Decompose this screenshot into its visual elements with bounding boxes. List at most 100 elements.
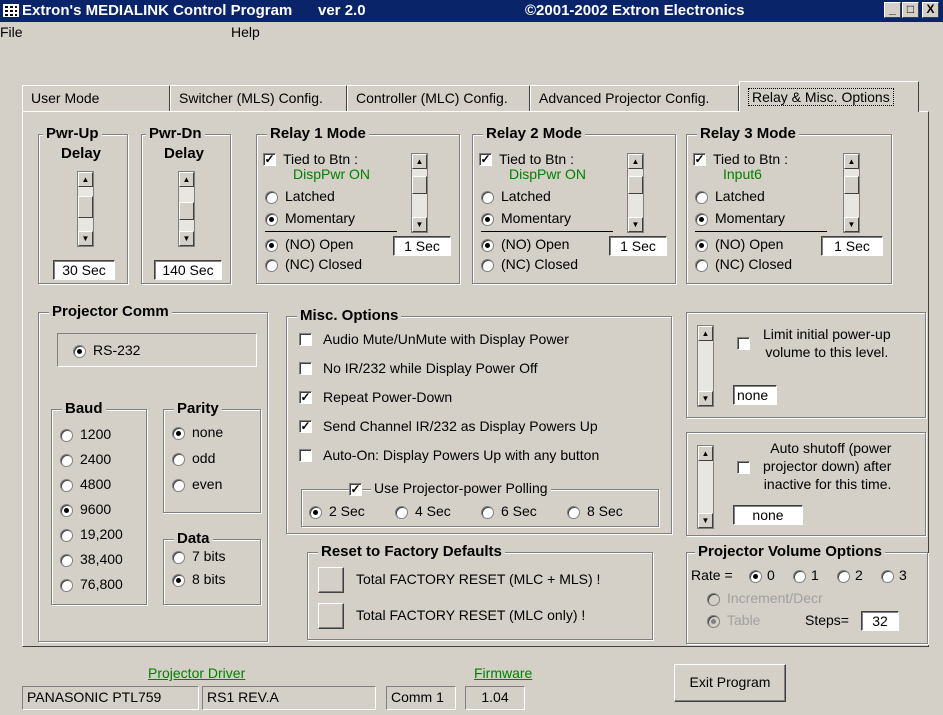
scroll-down-icon[interactable]: ▼ — [698, 391, 713, 406]
rate-3-radio[interactable] — [881, 570, 894, 583]
scroll-thumb[interactable] — [844, 176, 859, 194]
relay-1-momentary-label: Momentary — [285, 210, 356, 226]
relay-3-latched-radio[interactable] — [695, 191, 708, 204]
baud-0-radio[interactable] — [60, 429, 73, 442]
scroll-down-icon[interactable]: ▼ — [844, 217, 859, 232]
pwr-up-title: Pwr-Up — [43, 125, 102, 142]
scroll-thumb[interactable] — [412, 176, 427, 194]
scroll-down-icon[interactable]: ▼ — [628, 217, 643, 232]
window-copyright: ©2001-2002 Extron Electronics — [525, 2, 745, 19]
firmware-label: Firmware — [474, 665, 533, 681]
rate-2-radio[interactable] — [837, 570, 850, 583]
scroll-up-icon[interactable]: ▲ — [698, 446, 713, 461]
tab-user-mode[interactable]: User Mode — [22, 85, 170, 112]
polling-1-radio[interactable] — [395, 506, 408, 519]
baud-5-radio[interactable] — [60, 554, 73, 567]
rate-1-radio[interactable] — [793, 570, 806, 583]
rate-0-radio[interactable] — [749, 570, 762, 583]
scroll-up-icon[interactable]: ▲ — [78, 172, 93, 187]
pwr-up-scrollbar[interactable]: ▲ ▼ — [77, 171, 94, 247]
tab-advanced-projector[interactable]: Advanced Projector Config. — [530, 85, 739, 112]
factory-reset-all-button[interactable] — [318, 567, 344, 593]
maximize-button[interactable]: □ — [902, 2, 919, 18]
auto-shutoff-checkbox[interactable] — [737, 461, 750, 474]
data-bits-title: Data — [174, 530, 213, 547]
misc-option-0-checkbox[interactable] — [299, 333, 312, 346]
baud-3-radio[interactable] — [60, 504, 73, 517]
tab-relay-misc[interactable]: Relay & Misc. Options — [739, 81, 919, 112]
parity-even-radio[interactable] — [172, 479, 185, 492]
projector-driver-label: Projector Driver — [148, 665, 246, 681]
relay-1-nc-closed-radio[interactable] — [265, 259, 278, 272]
scroll-down-icon[interactable]: ▼ — [412, 217, 427, 232]
exit-program-button[interactable]: Exit Program — [674, 664, 786, 702]
volume-limit-scrollbar[interactable]: ▲ ▼ — [697, 325, 714, 407]
relay-1-duration-scrollbar[interactable]: ▲ ▼ — [411, 153, 428, 233]
polling-3-radio[interactable] — [567, 506, 580, 519]
baud-6-radio[interactable] — [60, 579, 73, 592]
polling-checkbox[interactable]: ✓ — [349, 483, 362, 496]
scroll-thumb[interactable] — [78, 196, 93, 218]
misc-option-1-checkbox[interactable] — [299, 362, 312, 375]
scroll-thumb[interactable] — [628, 176, 643, 194]
relay-3-tied-button: Input6 — [723, 166, 762, 182]
parity-option-label: odd — [192, 450, 216, 466]
relay-1-latched-radio[interactable] — [265, 191, 278, 204]
scroll-thumb[interactable] — [179, 202, 194, 220]
scroll-up-icon[interactable]: ▲ — [628, 154, 643, 169]
data-bits-0-radio[interactable] — [172, 551, 185, 564]
relay-2-latched-radio[interactable] — [481, 191, 494, 204]
misc-option-4-checkbox[interactable] — [299, 449, 312, 462]
scroll-down-icon[interactable]: ▼ — [698, 513, 713, 528]
menu-bar: File Help — [0, 22, 943, 42]
scroll-up-icon[interactable]: ▲ — [179, 172, 194, 187]
relay-1-tied-checkbox[interactable]: ✓ — [263, 153, 276, 166]
relay-2-duration-scrollbar[interactable]: ▲ ▼ — [627, 153, 644, 233]
tab-controller-config[interactable]: Controller (MLC) Config. — [347, 85, 530, 112]
scroll-up-icon[interactable]: ▲ — [698, 326, 713, 341]
scroll-down-icon[interactable]: ▼ — [78, 231, 93, 246]
title-bar: Extron's MEDIALINK Control Program ver 2… — [0, 0, 943, 22]
pwr-dn-scrollbar[interactable]: ▲ ▼ — [178, 171, 195, 247]
auto-shutoff-scrollbar[interactable]: ▲ ▼ — [697, 445, 714, 529]
scroll-up-icon[interactable]: ▲ — [844, 154, 859, 169]
menu-file[interactable]: File — [0, 24, 23, 40]
close-button[interactable]: X — [922, 2, 939, 18]
factory-reset-mlc-button[interactable] — [318, 603, 344, 629]
misc-option-3-checkbox[interactable]: ✓ — [299, 420, 312, 433]
baud-1-radio[interactable] — [60, 454, 73, 467]
polling-0-radio[interactable] — [309, 506, 322, 519]
relay-2-no-open-radio[interactable] — [481, 239, 494, 252]
polling-2-radio[interactable] — [481, 506, 494, 519]
parity-odd-radio[interactable] — [172, 453, 185, 466]
increment-radio[interactable] — [707, 593, 720, 606]
baud-2-radio[interactable] — [60, 479, 73, 492]
minimize-button[interactable]: _ — [884, 2, 901, 18]
scroll-up-icon[interactable]: ▲ — [412, 154, 427, 169]
relay-2-momentary-radio[interactable] — [481, 213, 494, 226]
relay-3-no-open-radio[interactable] — [695, 239, 708, 252]
menu-help[interactable]: Help — [231, 24, 260, 40]
relay-3-duration-scrollbar[interactable]: ▲ ▼ — [843, 153, 860, 233]
relay-3-tied-checkbox[interactable]: ✓ — [693, 153, 706, 166]
data-bits-1-radio[interactable] — [172, 574, 185, 587]
table-radio[interactable] — [707, 615, 720, 628]
relay-3-momentary-radio[interactable] — [695, 213, 708, 226]
relay-2-duration: 1 Sec — [609, 236, 667, 256]
baud-4-radio[interactable] — [60, 529, 73, 542]
misc-option-2-checkbox[interactable]: ✓ — [299, 391, 312, 404]
rs232-radio[interactable] — [73, 345, 86, 358]
baud-option-label: 1200 — [80, 426, 112, 442]
tab-switcher-config[interactable]: Switcher (MLS) Config. — [170, 85, 347, 112]
relay-2-tied-checkbox[interactable]: ✓ — [479, 153, 492, 166]
relay-1-nc-closed-label: (NC) Closed — [285, 256, 363, 272]
relay-1-momentary-radio[interactable] — [265, 213, 278, 226]
relay-3-nc-closed-radio[interactable] — [695, 259, 708, 272]
volume-limit-checkbox[interactable] — [737, 337, 750, 350]
relay-1-no-open-radio[interactable] — [265, 239, 278, 252]
relay-1-title: Relay 1 Mode — [267, 125, 369, 142]
parity-none-radio[interactable] — [172, 427, 185, 440]
firmware-version: 1.04 — [465, 686, 525, 710]
relay-2-nc-closed-radio[interactable] — [481, 259, 494, 272]
scroll-down-icon[interactable]: ▼ — [179, 231, 194, 246]
